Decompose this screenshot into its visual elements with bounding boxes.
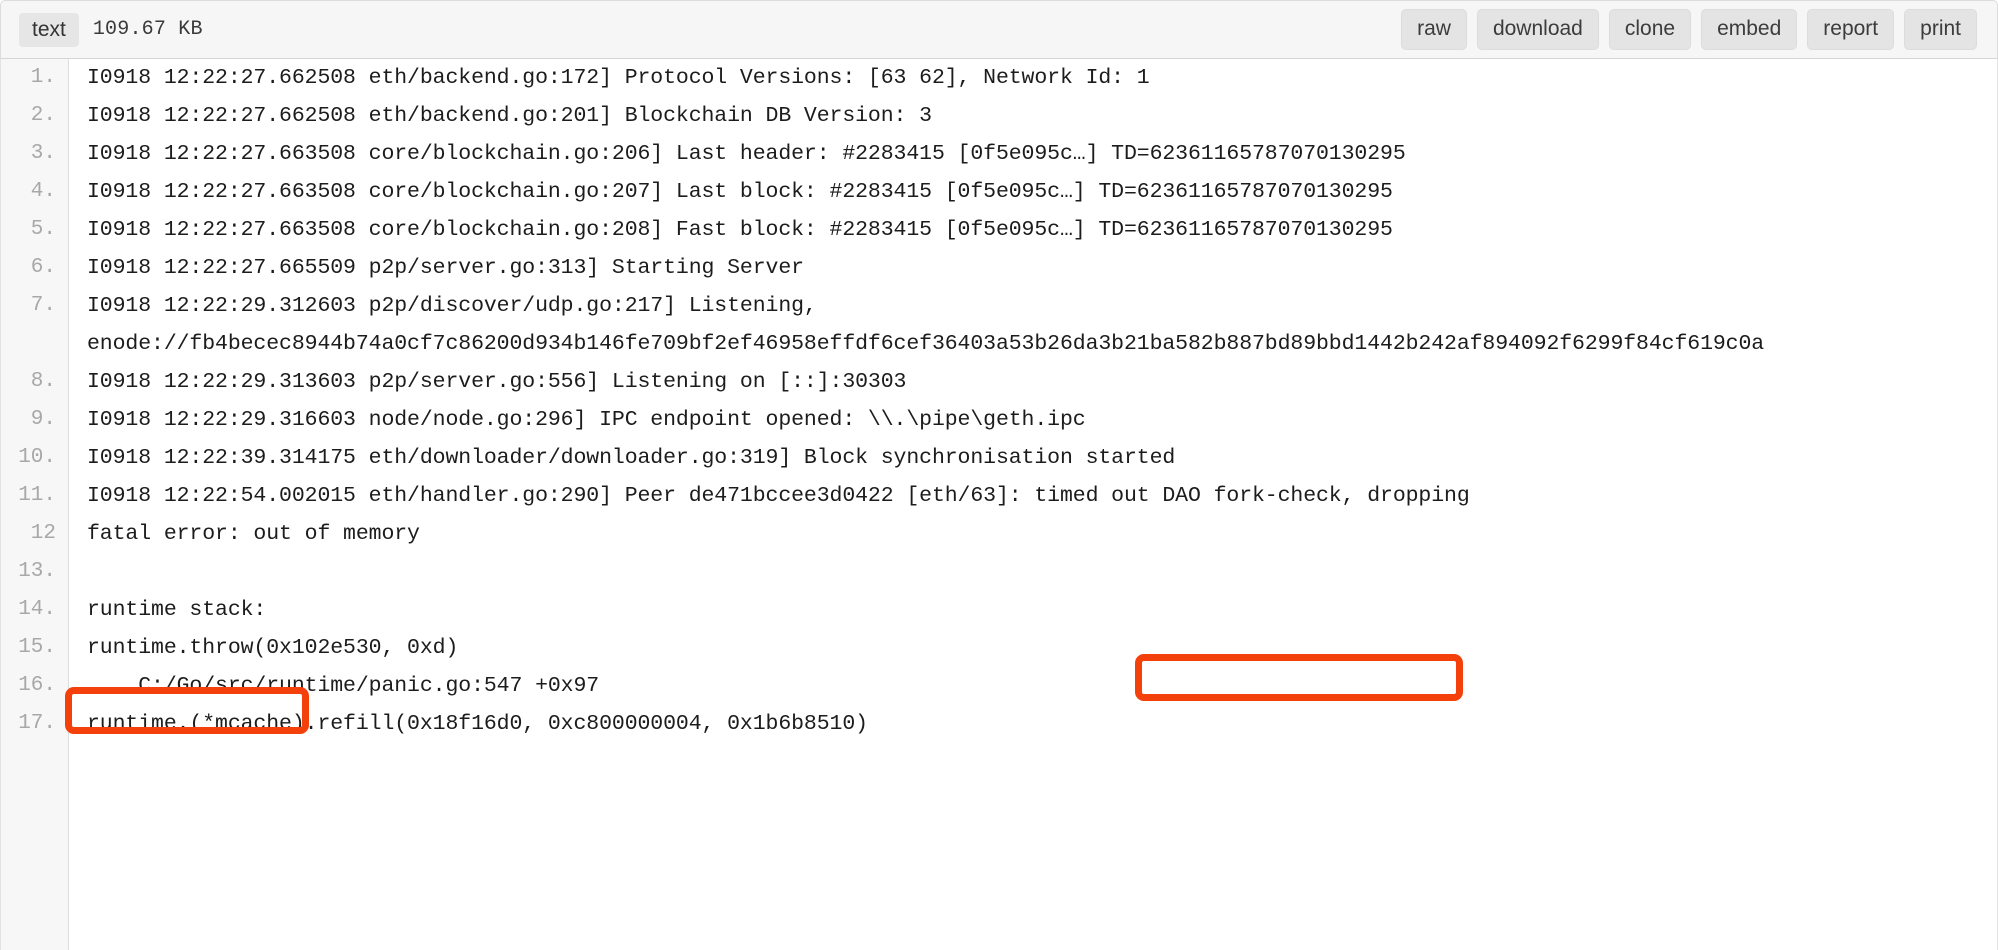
code-line: 1. I0918 12:22:27.662508 eth/backend.go:1… — [1, 59, 1997, 97]
line-content: I0918 12:22:54.002015 eth/handler.go:290… — [87, 484, 1470, 508]
clone-button[interactable]: clone — [1608, 9, 1692, 50]
line-number: 14. — [18, 598, 56, 621]
line-number: 10. — [18, 446, 56, 469]
line-number: 4. — [30, 180, 56, 203]
line-content: runtime.(*mcache).refill(0x18f16d0, 0xc8… — [87, 712, 868, 736]
line-content: I0918 12:22:39.314175 eth/downloader/dow… — [87, 446, 1176, 470]
file-actions: raw download clone embed report print — [1401, 9, 1977, 50]
line-content-part: I0918 12:22:29.312603 p2p/discover/udp.g… — [87, 294, 817, 318]
code-line: 6. I0918 12:22:27.665509 p2p/server.go:31… — [1, 249, 1997, 287]
line-content-continuation: enode://fb4becec8944b74a0cf7c86200d934b1… — [87, 332, 1765, 356]
line-content: I0918 12:22:29.313603 p2p/server.go:556]… — [87, 370, 907, 394]
code-line: 7. I0918 12:22:29.312603 p2p/discover/udp… — [1, 287, 1997, 363]
code-body[interactable]: 1. I0918 12:22:27.662508 eth/backend.go:1… — [0, 59, 1998, 950]
code-line: 15. runtime.throw(0x102e530, 0xd) — [1, 629, 1997, 667]
line-number: 15. — [18, 636, 56, 659]
code-line: 10. I0918 12:22:39.314175 eth/downloader/… — [1, 439, 1997, 477]
file-header: text 109.67 KB raw download clone embed … — [0, 0, 1998, 59]
line-number: 9. — [30, 408, 56, 431]
file-size-label: 109.67 KB — [92, 18, 203, 41]
paste-viewer: text 109.67 KB raw download clone embed … — [0, 0, 1998, 950]
line-content: runtime.throw(0x102e530, 0xd) — [87, 636, 459, 660]
line-content: I0918 12:22:27.665509 p2p/server.go:313]… — [87, 256, 804, 280]
line-number: 11. — [18, 484, 56, 507]
line-content: fatal error: out of memory — [87, 522, 420, 546]
file-type-badge: text — [19, 12, 79, 47]
download-button[interactable]: download — [1476, 9, 1599, 50]
code-line: 11. I0918 12:22:54.002015 eth/handler.go:… — [1, 477, 1997, 515]
code-line: 17. runtime.(*mcache).refill(0x18f16d0, 0… — [1, 705, 1997, 743]
line-content: I0918 12:22:27.662508 eth/backend.go:172… — [87, 66, 1150, 90]
code-line: 9. I0918 12:22:29.316603 node/node.go:296… — [1, 401, 1997, 439]
line-content: C:/Go/src/runtime/panic.go:547 +0x97 — [87, 674, 600, 698]
code-rows: 1. I0918 12:22:27.662508 eth/backend.go:1… — [1, 59, 1997, 743]
raw-button[interactable]: raw — [1401, 9, 1467, 50]
line-number: 2. — [30, 104, 56, 127]
line-number: 16. — [18, 674, 56, 697]
code-line: 5. I0918 12:22:27.663508 core/blockchain.… — [1, 211, 1997, 249]
code-line: 13. — [1, 553, 1997, 591]
line-content: I0918 12:22:29.312603 p2p/discover/udp.g… — [69, 287, 1997, 363]
line-content: I0918 12:22:29.316603 node/node.go:296] … — [87, 408, 1086, 432]
line-number: 13. — [18, 560, 56, 583]
line-content: I0918 12:22:27.662508 eth/backend.go:201… — [87, 104, 932, 128]
print-button[interactable]: print — [1904, 9, 1977, 50]
file-header-left: text 109.67 KB — [19, 12, 203, 47]
code-line: 14. runtime stack: — [1, 591, 1997, 629]
line-content: I0918 12:22:27.663508 core/blockchain.go… — [87, 142, 1406, 166]
code-line: 4. I0918 12:22:27.663508 core/blockchain.… — [1, 173, 1997, 211]
line-number: 3. — [30, 142, 56, 165]
line-number: 17. — [18, 712, 56, 735]
line-content: I0918 12:22:27.663508 core/blockchain.go… — [87, 218, 1393, 242]
code-line: 2. I0918 12:22:27.662508 eth/backend.go:2… — [1, 97, 1997, 135]
code-table: 1. I0918 12:22:27.662508 eth/backend.go:1… — [1, 59, 1997, 743]
line-number: 6. — [30, 256, 56, 279]
code-line: 12 fatal error: out of memory — [1, 515, 1997, 553]
embed-button[interactable]: embed — [1701, 9, 1798, 50]
line-number: 7. — [30, 294, 56, 317]
line-content — [69, 553, 1997, 591]
line-number: 8. — [30, 370, 56, 393]
line-content: runtime stack: — [87, 598, 267, 622]
code-line: 8. I0918 12:22:29.313603 p2p/server.go:55… — [1, 363, 1997, 401]
code-line: 3. I0918 12:22:27.663508 core/blockchain.… — [1, 135, 1997, 173]
line-number: 1. — [30, 66, 56, 89]
report-button[interactable]: report — [1807, 9, 1895, 50]
code-line: 16. C:/Go/src/runtime/panic.go:547 +0x97 — [1, 667, 1997, 705]
line-number: 5. — [30, 218, 56, 241]
line-number: 12 — [30, 522, 56, 545]
line-content: I0918 12:22:27.663508 core/blockchain.go… — [87, 180, 1393, 204]
